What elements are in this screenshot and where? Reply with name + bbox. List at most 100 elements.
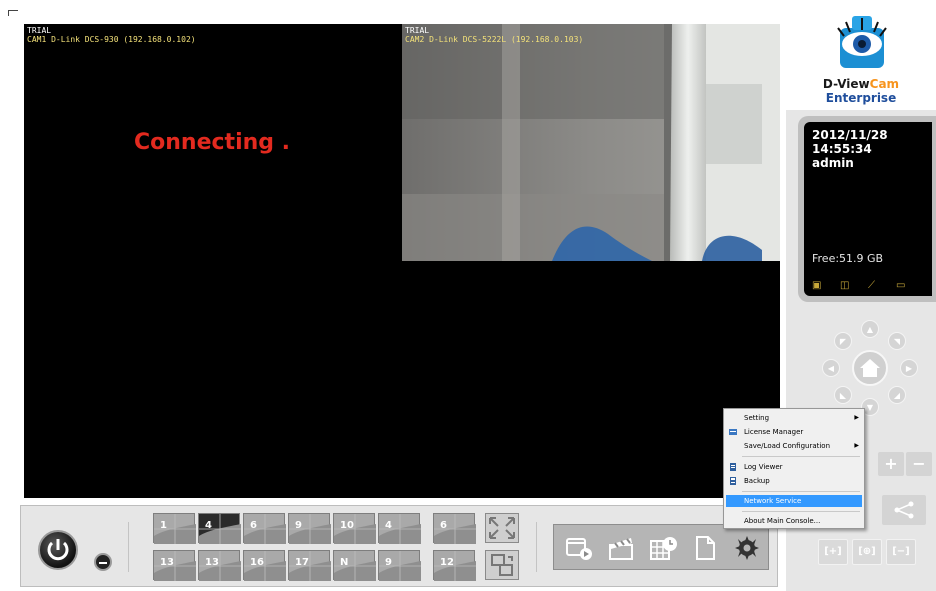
menu-separator	[742, 491, 860, 492]
menu-item-label: License Manager	[744, 428, 804, 436]
toolbar-separator	[128, 522, 129, 572]
video-grid[interactable]: TRIAL CAM1 D-Link DCS-930 (192.168.0.102…	[24, 24, 780, 498]
layout-button-label: 6	[440, 520, 447, 531]
layout-button-label: 4	[385, 520, 392, 531]
minimize-button[interactable]	[94, 553, 112, 571]
ptz-up-button[interactable]: ▲	[861, 320, 879, 338]
camera-view-2[interactable]: TRIAL CAM2 D-Link DCS-5222L (192.168.0.1…	[402, 24, 780, 261]
layout-button-r2-2[interactable]: 13	[198, 550, 241, 581]
frame-center-button[interactable]: [⊕]	[852, 539, 882, 565]
layout-button-r2-1[interactable]: 13	[153, 550, 196, 581]
layout-button-r1-5[interactable]: 10	[333, 513, 376, 544]
layout-button-label: 13	[160, 557, 174, 568]
ptz-down-right-button[interactable]: ◢	[888, 386, 906, 404]
camera-1-label: CAM1 D-Link DCS-930 (192.168.0.102)	[27, 35, 196, 44]
audio-status-icon: ◫	[840, 280, 850, 291]
ptz-down-left-button[interactable]: ◣	[834, 386, 852, 404]
status-display: 2012/11/28 14:55:34 admin Free:51.9 GB ▣…	[804, 122, 932, 296]
backup-icon	[730, 477, 736, 485]
layout-button-r1-3[interactable]: 6	[243, 513, 286, 544]
document-button[interactable]	[688, 533, 722, 563]
menu-item-network-service[interactable]: Network Service	[726, 495, 862, 507]
playback-button[interactable]	[562, 533, 596, 563]
layout-button-r2-4[interactable]: 17	[288, 550, 331, 581]
menu-item-license-manager[interactable]: License Manager	[726, 426, 862, 438]
frame-expand-icon: [+]	[824, 546, 842, 557]
share-icon	[894, 501, 914, 519]
fullscreen-button[interactable]	[485, 513, 519, 543]
minus-icon	[99, 562, 107, 564]
menu-item-label: About Main Console...	[744, 517, 821, 525]
swap-view-button[interactable]	[485, 550, 519, 580]
menu-item-about-main-console[interactable]: About Main Console...	[726, 515, 862, 527]
logo-product-name: D-ViewCam	[786, 77, 936, 91]
status-time: 14:55:34	[812, 142, 872, 156]
layout-button-label: 1	[160, 520, 167, 531]
ptz-up-left-button[interactable]: ◤	[834, 332, 852, 350]
layout-button-label: 6	[250, 520, 257, 531]
logo-name-accent: Cam	[869, 77, 900, 91]
ptz-control: ▲ ◥ ▶ ◢ ▼ ◣ ◀ ◤	[822, 320, 918, 416]
layout-button-r2-7[interactable]: 12	[433, 550, 476, 581]
layout-button-label: N	[340, 557, 349, 568]
home-icon	[860, 359, 880, 377]
camera-1-trial-label: TRIAL	[27, 26, 52, 35]
schedule-button[interactable]	[646, 533, 680, 563]
menu-item-backup[interactable]: Backup	[726, 475, 862, 487]
layout-button-label: 16	[250, 557, 264, 568]
menu-item-label: Setting	[744, 414, 770, 422]
d-viewcam-main-console: TRIAL CAM1 D-Link DCS-930 (192.168.0.102…	[0, 0, 936, 591]
log-icon	[730, 463, 736, 471]
ptz-up-right-button[interactable]: ◥	[888, 332, 906, 350]
menu-item-save-load-configuration[interactable]: Save/Load Configuration ▶	[726, 440, 862, 452]
gear-icon	[735, 536, 759, 560]
power-icon	[47, 539, 69, 561]
layout-button-label: 12	[440, 557, 454, 568]
frame-shrink-button[interactable]: [−]	[886, 539, 916, 565]
ptz-left-button[interactable]: ◀	[822, 359, 840, 377]
layout-button-r2-5[interactable]: N	[333, 550, 376, 581]
menu-item-label: Backup	[744, 477, 770, 485]
zoom-out-button[interactable]: −	[906, 452, 932, 476]
recording-status-icon: ▣	[812, 280, 822, 291]
zoom-in-button[interactable]: +	[878, 452, 904, 476]
ptz-home-button[interactable]	[852, 350, 888, 386]
frame-expand-button[interactable]: [+]	[818, 539, 848, 565]
layout-button-r1-4[interactable]: 9	[288, 513, 331, 544]
frame-shrink-icon: [−]	[892, 546, 910, 557]
toolbar-separator	[536, 522, 537, 572]
eye-logo-icon	[837, 16, 887, 68]
power-button[interactable]	[38, 530, 78, 570]
camera-2-video-feed	[402, 24, 780, 261]
camera-view-1[interactable]: TRIAL CAM1 D-Link DCS-930 (192.168.0.102…	[24, 24, 402, 261]
layout-button-r1-6[interactable]: 4	[378, 513, 421, 544]
logo-name-prefix: D-View	[822, 77, 870, 91]
status-icon-row: ▣ ◫ ⟋ ▭	[812, 280, 922, 292]
fullscreen-icon	[489, 517, 515, 539]
layout-button-label: 9	[295, 520, 302, 531]
camera-2-label: CAM2 D-Link DCS-5222L (192.168.0.103)	[405, 35, 584, 44]
submenu-arrow-icon: ▶	[854, 442, 859, 449]
playback-icon	[566, 538, 592, 560]
context-menu: Setting ▶ License Manager Save/Load Conf…	[723, 408, 865, 529]
network-status-icon: ⟋	[868, 280, 875, 291]
layout-button-label: 17	[295, 557, 309, 568]
menu-item-label: Save/Load Configuration	[744, 442, 831, 450]
layout-button-r1-7[interactable]: 6	[433, 513, 476, 544]
share-button[interactable]	[882, 495, 926, 525]
logo-edition: Enterprise	[825, 91, 897, 105]
menu-separator	[742, 456, 860, 457]
settings-button[interactable]	[730, 533, 764, 563]
d-viewcam-logo: D-ViewCam Enterprise	[786, 6, 936, 110]
recording-button[interactable]	[604, 533, 638, 563]
action-button-group	[553, 524, 769, 570]
menu-item-setting[interactable]: Setting ▶	[726, 412, 862, 424]
ptz-right-button[interactable]: ▶	[900, 359, 918, 377]
document-icon	[696, 536, 715, 560]
swap-icon	[491, 554, 513, 576]
layout-button-r1-2[interactable]: 4	[198, 513, 241, 544]
menu-item-log-viewer[interactable]: Log Viewer	[726, 461, 862, 473]
layout-button-r2-3[interactable]: 16	[243, 550, 286, 581]
layout-button-r1-1[interactable]: 1	[153, 513, 196, 544]
layout-button-r2-6[interactable]: 9	[378, 550, 421, 581]
